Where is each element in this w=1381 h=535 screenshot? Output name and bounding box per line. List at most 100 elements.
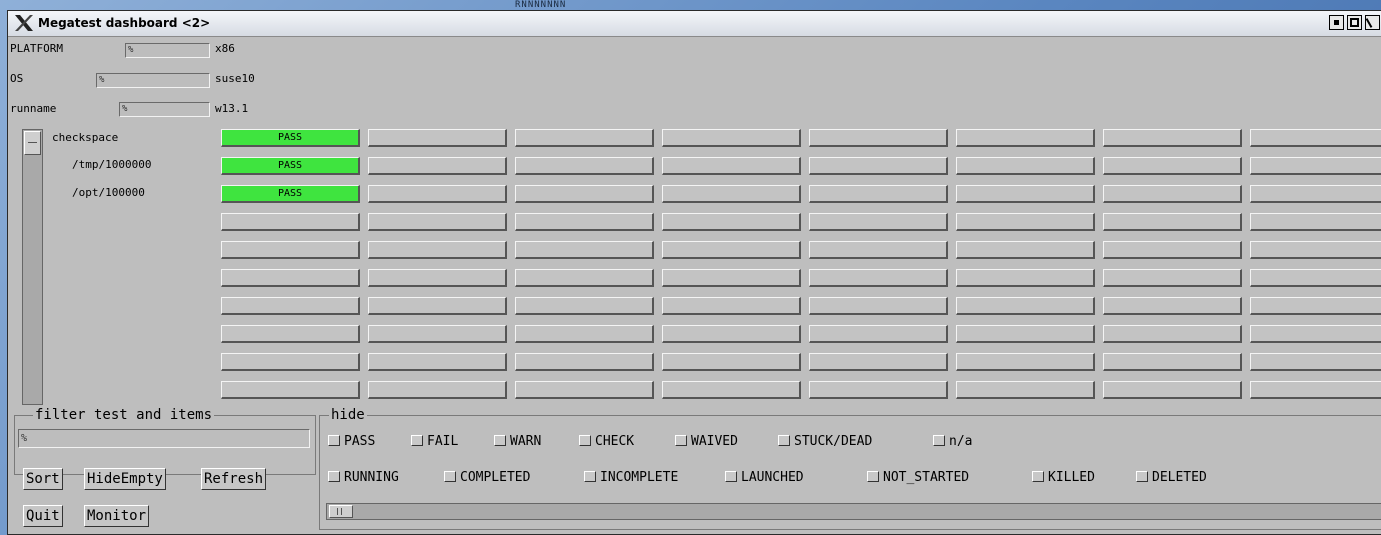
test-status-button[interactable]: PASS xyxy=(221,157,360,175)
tests-vertical-scrollbar[interactable] xyxy=(22,129,43,405)
hide-checkbox[interactable]: STUCK/DEAD xyxy=(778,434,872,450)
empty-result-cell[interactable] xyxy=(809,353,948,371)
platform-input[interactable]: % xyxy=(125,43,210,58)
empty-result-cell[interactable] xyxy=(662,129,801,147)
hide-checkbox[interactable]: FAIL xyxy=(411,434,458,450)
empty-result-cell[interactable] xyxy=(662,381,801,399)
hide-checkbox[interactable]: WARN xyxy=(494,434,541,450)
empty-result-cell[interactable] xyxy=(1250,241,1381,259)
hide-checkbox[interactable]: DELETED xyxy=(1136,470,1207,486)
empty-result-cell[interactable] xyxy=(1103,157,1242,175)
empty-result-cell[interactable] xyxy=(368,381,507,399)
checkbox-icon[interactable] xyxy=(328,435,340,446)
hide-checkbox[interactable]: KILLED xyxy=(1032,470,1095,486)
empty-result-cell[interactable] xyxy=(368,129,507,147)
empty-result-cell[interactable] xyxy=(1103,353,1242,371)
empty-result-cell[interactable] xyxy=(809,297,948,315)
empty-result-cell[interactable] xyxy=(956,213,1095,231)
empty-result-cell[interactable] xyxy=(956,241,1095,259)
empty-result-cell[interactable] xyxy=(662,185,801,203)
minimize-icon[interactable] xyxy=(1329,15,1344,30)
empty-result-cell[interactable] xyxy=(368,297,507,315)
empty-result-cell[interactable] xyxy=(1250,325,1381,343)
empty-result-cell[interactable] xyxy=(956,381,1095,399)
checkbox-icon[interactable] xyxy=(725,471,737,482)
empty-result-cell[interactable] xyxy=(662,297,801,315)
test-status-button[interactable]: PASS xyxy=(221,129,360,147)
hide-empty-button[interactable]: HideEmpty xyxy=(84,468,166,490)
empty-result-cell[interactable] xyxy=(956,297,1095,315)
checkbox-icon[interactable] xyxy=(1032,471,1044,482)
checkbox-icon[interactable] xyxy=(579,435,591,446)
empty-result-cell[interactable] xyxy=(809,185,948,203)
checkbox-icon[interactable] xyxy=(1136,471,1148,482)
hide-checkbox[interactable]: INCOMPLETE xyxy=(584,470,678,486)
empty-result-cell[interactable] xyxy=(368,157,507,175)
empty-result-cell[interactable] xyxy=(1250,381,1381,399)
empty-result-cell[interactable] xyxy=(368,213,507,231)
empty-result-cell[interactable] xyxy=(1103,129,1242,147)
empty-result-cell[interactable] xyxy=(809,213,948,231)
empty-result-cell[interactable] xyxy=(1250,269,1381,287)
empty-result-cell[interactable] xyxy=(515,353,654,371)
sort-button[interactable]: Sort xyxy=(23,468,63,490)
empty-result-cell[interactable] xyxy=(368,185,507,203)
hide-checkbox[interactable]: WAIVED xyxy=(675,434,738,450)
empty-result-cell[interactable] xyxy=(1103,381,1242,399)
empty-result-cell[interactable] xyxy=(515,325,654,343)
checkbox-icon[interactable] xyxy=(494,435,506,446)
checkbox-icon[interactable] xyxy=(328,471,340,482)
empty-result-cell[interactable] xyxy=(221,241,360,259)
checkbox-icon[interactable] xyxy=(444,471,456,482)
empty-result-cell[interactable] xyxy=(1103,241,1242,259)
empty-result-cell[interactable] xyxy=(809,381,948,399)
checkbox-icon[interactable] xyxy=(411,435,423,446)
empty-result-cell[interactable] xyxy=(515,213,654,231)
title-bar[interactable]: Megatest dashboard <2> xyxy=(8,11,1381,37)
hide-checkbox[interactable]: CHECK xyxy=(579,434,634,450)
os-input[interactable]: % xyxy=(96,73,210,88)
checkbox-icon[interactable] xyxy=(584,471,596,482)
empty-result-cell[interactable] xyxy=(662,241,801,259)
horizontal-scrollbar[interactable] xyxy=(326,503,1381,520)
empty-result-cell[interactable] xyxy=(662,157,801,175)
empty-result-cell[interactable] xyxy=(1250,129,1381,147)
empty-result-cell[interactable] xyxy=(1103,269,1242,287)
empty-result-cell[interactable] xyxy=(809,269,948,287)
empty-result-cell[interactable] xyxy=(1103,297,1242,315)
hide-checkbox[interactable]: LAUNCHED xyxy=(725,470,804,486)
hide-checkbox[interactable]: PASS xyxy=(328,434,375,450)
empty-result-cell[interactable] xyxy=(1250,185,1381,203)
scrollbar-thumb[interactable] xyxy=(329,505,353,518)
empty-result-cell[interactable] xyxy=(221,269,360,287)
empty-result-cell[interactable] xyxy=(662,353,801,371)
empty-result-cell[interactable] xyxy=(1250,297,1381,315)
empty-result-cell[interactable] xyxy=(1103,185,1242,203)
empty-result-cell[interactable] xyxy=(221,325,360,343)
empty-result-cell[interactable] xyxy=(956,353,1095,371)
empty-result-cell[interactable] xyxy=(368,241,507,259)
hide-checkbox[interactable]: RUNNING xyxy=(328,470,399,486)
checkbox-icon[interactable] xyxy=(933,435,945,446)
empty-result-cell[interactable] xyxy=(809,241,948,259)
empty-result-cell[interactable] xyxy=(1250,213,1381,231)
hide-checkbox[interactable]: n/a xyxy=(933,434,972,450)
quit-button[interactable]: Quit xyxy=(23,505,63,527)
empty-result-cell[interactable] xyxy=(515,297,654,315)
empty-result-cell[interactable] xyxy=(368,269,507,287)
monitor-button[interactable]: Monitor xyxy=(84,505,150,527)
empty-result-cell[interactable] xyxy=(956,185,1095,203)
empty-result-cell[interactable] xyxy=(956,269,1095,287)
empty-result-cell[interactable] xyxy=(515,381,654,399)
empty-result-cell[interactable] xyxy=(368,353,507,371)
empty-result-cell[interactable] xyxy=(809,325,948,343)
test-status-button[interactable]: PASS xyxy=(221,185,360,203)
empty-result-cell[interactable] xyxy=(515,157,654,175)
runname-input[interactable]: % xyxy=(119,102,210,117)
empty-result-cell[interactable] xyxy=(1250,353,1381,371)
maximize-icon[interactable] xyxy=(1347,15,1362,30)
checkbox-icon[interactable] xyxy=(778,435,790,446)
hide-checkbox[interactable]: COMPLETED xyxy=(444,470,530,486)
empty-result-cell[interactable] xyxy=(1250,157,1381,175)
empty-result-cell[interactable] xyxy=(1103,213,1242,231)
